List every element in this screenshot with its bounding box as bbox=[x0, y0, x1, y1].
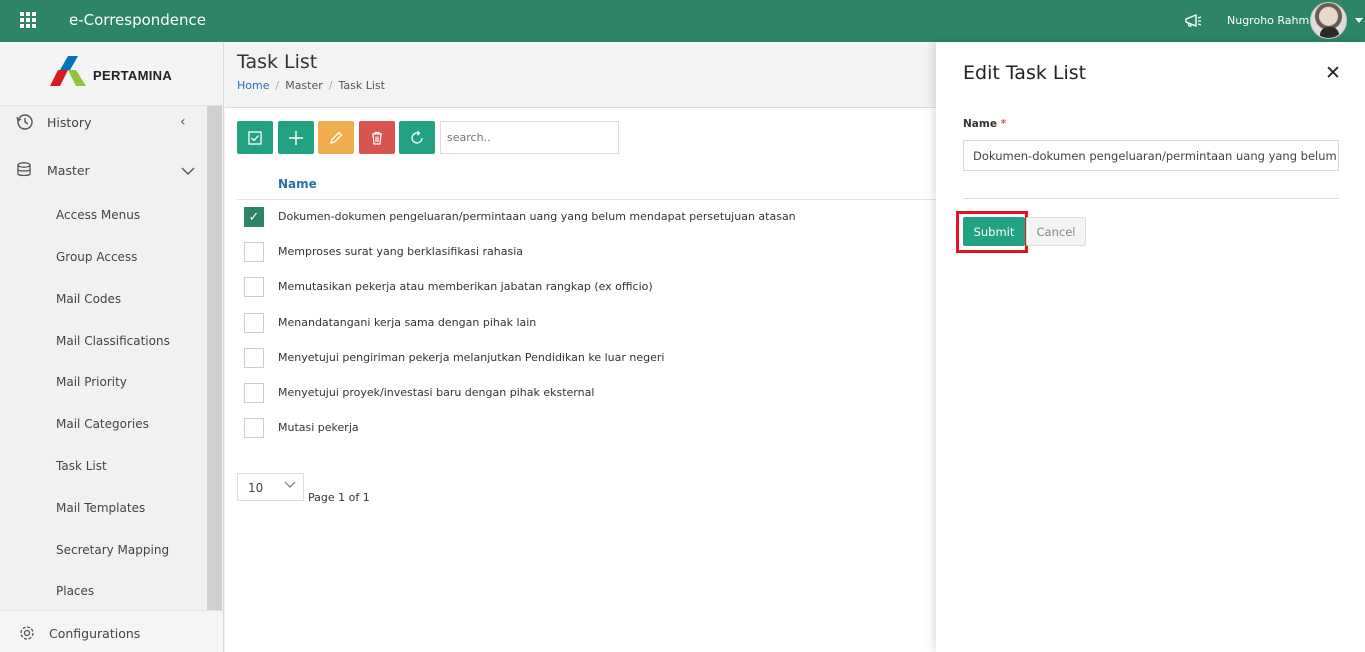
row-name: Memproses surat yang berklasifikasi raha… bbox=[278, 245, 524, 258]
chevron-down-icon bbox=[284, 478, 296, 493]
user-name[interactable]: Nugroho Rahm bbox=[1227, 14, 1309, 27]
chevron-down-icon[interactable] bbox=[181, 164, 195, 180]
table-row[interactable]: Menyetujui proyek/investasi baru dengan … bbox=[237, 376, 936, 411]
main-content: Name ✓ Dokumen-dokumen pengeluaran/permi… bbox=[225, 108, 936, 652]
avatar[interactable] bbox=[1310, 2, 1347, 39]
row-name: Menyetujui pengiriman pekerja melanjutka… bbox=[278, 351, 665, 364]
required-mark: * bbox=[1000, 118, 1007, 130]
table-row[interactable]: Menandatangani kerja sama dengan pihak l… bbox=[237, 306, 936, 341]
sidebar-item-task-list[interactable]: Task List bbox=[56, 459, 107, 473]
edit-button[interactable] bbox=[318, 121, 354, 154]
close-icon[interactable]: ✕ bbox=[1325, 62, 1341, 84]
name-field-label: Name * bbox=[963, 118, 1006, 130]
plus-icon bbox=[289, 130, 303, 145]
table-row[interactable]: Memutasikan pekerja atau memberikan jaba… bbox=[237, 270, 936, 305]
sidebar-item-mail-classifications[interactable]: Mail Classifications bbox=[56, 334, 170, 348]
table-row[interactable]: Menyetujui pengiriman pekerja melanjutka… bbox=[237, 341, 936, 376]
trash-icon bbox=[372, 131, 382, 145]
apps-grid-icon[interactable] bbox=[20, 12, 36, 28]
top-bar: e-Correspondence Nugroho Rahm bbox=[0, 0, 1365, 42]
row-checkbox[interactable] bbox=[244, 383, 264, 403]
user-menu-caret-icon[interactable] bbox=[1355, 18, 1363, 23]
row-name: Menyetujui proyek/investasi baru dengan … bbox=[278, 386, 595, 399]
refresh-button[interactable] bbox=[399, 121, 435, 154]
sidebar-item-mail-priority[interactable]: Mail Priority bbox=[56, 375, 127, 389]
row-checkbox[interactable] bbox=[244, 418, 264, 438]
submit-button[interactable]: Submit bbox=[963, 217, 1025, 246]
panel-title: Edit Task List bbox=[963, 62, 1087, 84]
breadcrumb-separator: / bbox=[328, 79, 333, 92]
gear-icon bbox=[17, 623, 37, 643]
breadcrumb-home[interactable]: Home bbox=[237, 79, 269, 92]
breadcrumb-separator: / bbox=[275, 79, 280, 92]
sidebar-item-label: Master bbox=[47, 162, 90, 178]
row-name: Menandatangani kerja sama dengan pihak l… bbox=[278, 316, 537, 329]
row-checkbox[interactable] bbox=[244, 348, 264, 368]
sidebar-item-group-access[interactable]: Group Access bbox=[56, 250, 137, 264]
sidebar-item-history[interactable]: History bbox=[15, 112, 91, 132]
row-checkbox[interactable] bbox=[244, 242, 264, 262]
breadcrumb: Home / Master / Task List bbox=[237, 79, 385, 92]
sidebar-scrollbar[interactable] bbox=[207, 106, 222, 610]
sidebar-item-configurations[interactable]: Configurations bbox=[0, 610, 223, 652]
history-icon bbox=[15, 112, 35, 132]
page-title: Task List bbox=[237, 51, 318, 73]
sidebar: PERTAMINA History ‹ Master Access Menus … bbox=[0, 42, 224, 652]
breadcrumb-master: Master bbox=[285, 79, 323, 92]
pertamina-logo-icon bbox=[50, 56, 86, 86]
sidebar-item-master[interactable]: Master bbox=[15, 160, 90, 180]
sidebar-item-label: History bbox=[47, 114, 92, 130]
table-row[interactable]: ✓ Dokumen-dokumen pengeluaran/permintaan… bbox=[237, 200, 936, 235]
megaphone-icon[interactable] bbox=[1184, 11, 1204, 31]
refresh-icon bbox=[411, 130, 423, 144]
delete-button[interactable] bbox=[359, 121, 395, 154]
page-size-select[interactable]: 10 bbox=[237, 473, 304, 501]
sidebar-item-mail-categories[interactable]: Mail Categories bbox=[56, 417, 149, 431]
content-header: Task List Home / Master / Task List bbox=[225, 42, 936, 108]
page-indicator: Page 1 of 1 bbox=[308, 491, 370, 504]
page-size-value: 10 bbox=[248, 481, 264, 495]
breadcrumb-current: Task List bbox=[338, 79, 385, 92]
name-input[interactable]: Dokumen-dokumen pengeluaran/permintaan u… bbox=[963, 140, 1339, 171]
search-input[interactable] bbox=[440, 121, 619, 154]
sidebar-item-secretary-mapping[interactable]: Secretary Mapping bbox=[56, 543, 169, 557]
row-name: Mutasi pekerja bbox=[278, 421, 359, 434]
row-checkbox[interactable]: ✓ bbox=[244, 207, 264, 227]
add-button[interactable] bbox=[278, 121, 314, 154]
chevron-left-icon[interactable]: ‹ bbox=[180, 114, 186, 130]
row-name: Dokumen-dokumen pengeluaran/permintaan u… bbox=[278, 210, 796, 223]
table-row[interactable]: Mutasi pekerja bbox=[237, 411, 936, 446]
cancel-button[interactable]: Cancel bbox=[1026, 217, 1086, 246]
name-label-text: Name bbox=[963, 118, 997, 130]
app-title: e-Correspondence bbox=[69, 11, 207, 29]
sidebar-item-mail-codes[interactable]: Mail Codes bbox=[56, 292, 121, 306]
logo-area: PERTAMINA bbox=[0, 42, 223, 106]
sidebar-item-mail-templates[interactable]: Mail Templates bbox=[56, 501, 145, 515]
row-name: Memutasikan pekerja atau memberikan jaba… bbox=[278, 280, 653, 293]
sidebar-item-places[interactable]: Places bbox=[56, 584, 94, 598]
row-checkbox[interactable] bbox=[244, 277, 264, 297]
database-icon bbox=[15, 160, 35, 180]
configurations-row: Configurations bbox=[17, 623, 140, 643]
select-all-button[interactable] bbox=[237, 121, 273, 154]
edit-task-list-panel: Edit Task List ✕ Name * Dokumen-dokumen … bbox=[936, 42, 1365, 652]
panel-divider bbox=[963, 198, 1339, 199]
table-row[interactable]: Memproses surat yang berklasifikasi raha… bbox=[237, 235, 936, 270]
column-header-name[interactable]: Name bbox=[278, 177, 317, 191]
logo-text: PERTAMINA bbox=[93, 68, 173, 83]
sidebar-item-access-menus[interactable]: Access Menus bbox=[56, 208, 140, 222]
pencil-icon bbox=[330, 131, 343, 144]
sidebar-item-label: Configurations bbox=[49, 625, 141, 641]
checkbox-icon bbox=[248, 130, 262, 145]
row-checkbox[interactable] bbox=[244, 313, 264, 333]
